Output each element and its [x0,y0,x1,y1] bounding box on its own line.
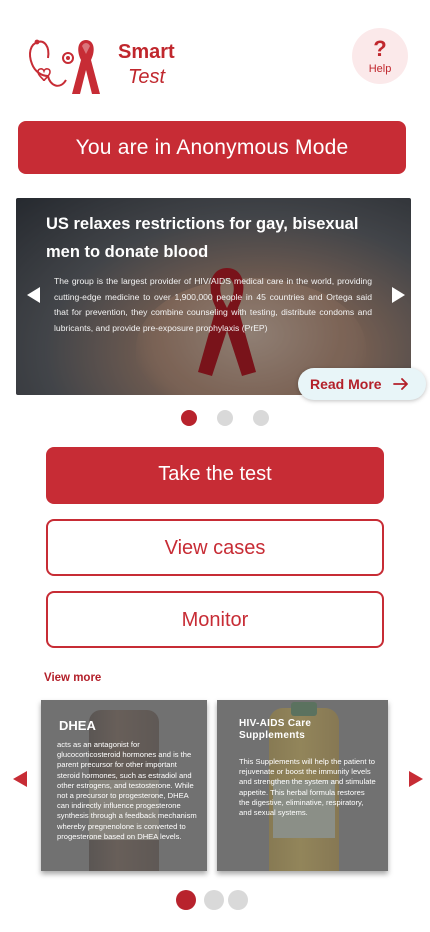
question-mark-icon: ? [373,36,387,61]
stethoscope-ribbon-logo-icon [29,39,100,94]
anonymous-mode-banner: You are in Anonymous Mode [18,121,406,174]
view-cases-button[interactable]: View cases [46,519,384,576]
arrow-right-icon [393,378,408,390]
carousel-dot-1[interactable] [181,410,197,426]
news-carousel-indicators [181,410,271,426]
product-card-care-supplements[interactable]: HIV-AIDS Care Supplements This Supplemen… [217,700,388,871]
products-dot-3[interactable] [228,890,248,910]
news-body-text: The group is the largest provider of HIV… [54,276,372,333]
read-more-button[interactable]: Read More [298,368,426,400]
help-button[interactable]: ? Help [352,28,408,84]
carousel-dot-2[interactable] [217,410,233,426]
products-dot-2[interactable] [204,890,224,910]
carousel-next-icon[interactable] [392,287,405,303]
brand-subtitle: Test [128,66,166,88]
carousel-prev-icon[interactable] [27,287,40,303]
brand-title: Smart [118,41,175,63]
products-prev-icon[interactable] [13,771,27,787]
product-title: DHEA [59,718,96,733]
help-label: Help [368,63,392,75]
product-card-dhea[interactable]: DHEA acts as an antagonist for glucocort… [41,700,207,871]
product-description: This Supplements will help the patient t… [239,757,376,818]
news-carousel-slide[interactable]: US relaxes restrictions for gay, bisexua… [16,198,411,395]
product-title: HIV-AIDS Care Supplements [239,718,312,741]
app-logo: Smart Test [26,36,186,98]
products-next-icon[interactable] [409,771,423,787]
products-carousel-indicators [176,890,256,912]
product-description: acts as an antagonist for glucocorticost… [57,740,197,841]
view-more-link[interactable]: View more [44,672,101,684]
products-dot-1[interactable] [176,890,196,910]
carousel-dot-3[interactable] [253,410,269,426]
read-more-label: Read More [310,376,382,392]
news-headline: US relaxes restrictions for gay, bisexua… [46,215,359,261]
monitor-button[interactable]: Monitor [46,591,384,648]
take-test-button[interactable]: Take the test [46,447,384,504]
